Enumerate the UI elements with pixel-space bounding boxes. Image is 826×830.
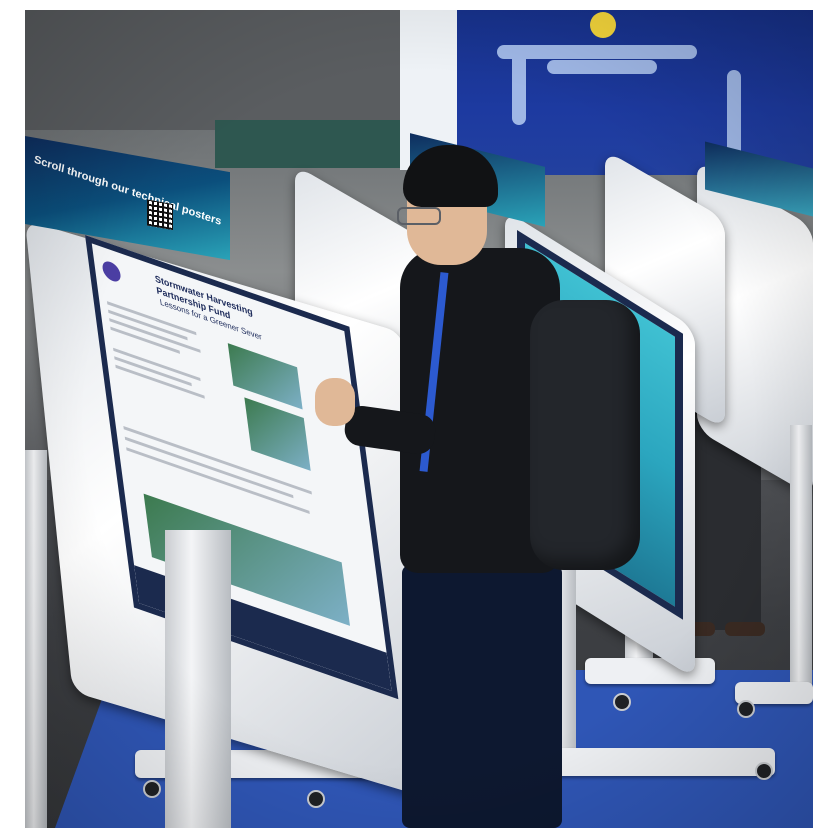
banner-pipe bbox=[497, 45, 697, 59]
shoe bbox=[725, 622, 765, 636]
poster-logo-icon bbox=[101, 258, 122, 285]
poster-text-line bbox=[113, 347, 201, 382]
banner-sun-icon bbox=[590, 12, 616, 38]
poster-text-line bbox=[115, 364, 205, 399]
kiosk-header-text: Scroll through our technical posters bbox=[33, 153, 223, 228]
wheel bbox=[307, 790, 325, 808]
ceiling bbox=[25, 10, 415, 130]
wheel bbox=[755, 762, 773, 780]
wheel bbox=[143, 780, 161, 798]
kiosk-post bbox=[790, 425, 812, 690]
kiosk-base bbox=[545, 748, 775, 776]
backpack bbox=[530, 300, 640, 570]
kiosk-post bbox=[25, 450, 47, 828]
banner-pipe bbox=[547, 60, 657, 74]
poster-image bbox=[227, 343, 303, 410]
person-legs bbox=[402, 565, 562, 828]
background-banner bbox=[457, 10, 813, 175]
kiosk-base bbox=[585, 658, 715, 684]
person-hand bbox=[315, 378, 355, 426]
banner-pipe bbox=[727, 70, 741, 160]
poster-text-line bbox=[109, 318, 201, 353]
photo: Scroll through our technical posters Sto… bbox=[25, 10, 813, 828]
wheel bbox=[737, 700, 755, 718]
kiosk-post bbox=[165, 530, 231, 828]
wheel bbox=[613, 693, 631, 711]
banner-pipe bbox=[512, 45, 526, 125]
glasses-icon bbox=[397, 207, 441, 225]
qr-code-icon bbox=[147, 199, 173, 231]
background-sign bbox=[215, 120, 405, 168]
